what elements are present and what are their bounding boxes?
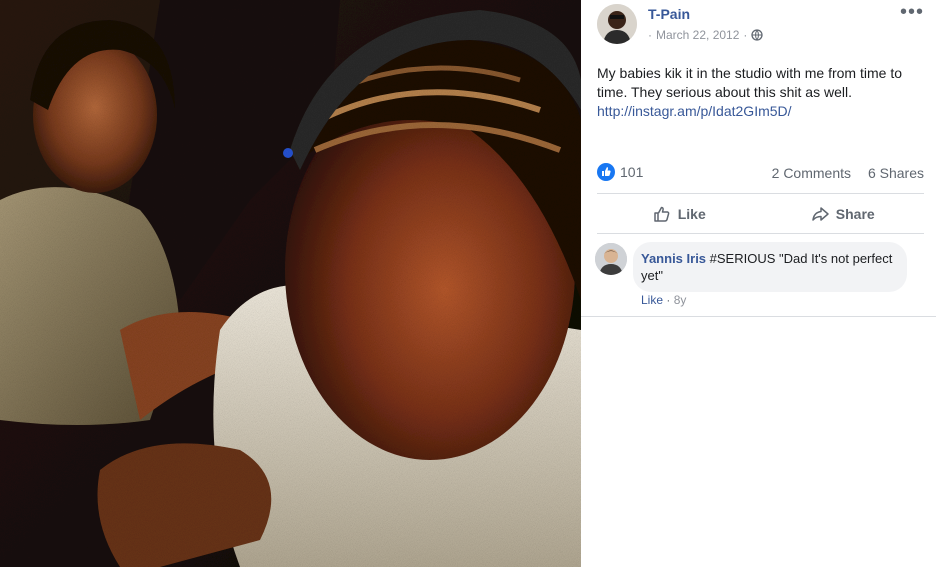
- share-button[interactable]: Share: [761, 196, 925, 232]
- author-avatar[interactable]: [597, 4, 637, 44]
- meta-separator: ·: [648, 28, 652, 42]
- comment-actions: Like · 8y: [641, 293, 686, 307]
- post-link[interactable]: http://instagr.am/p/Idat2GIm5D/: [597, 102, 927, 121]
- comment-bubble: Yannis Iris #SERIOUS "Dad It's not perfe…: [633, 242, 907, 292]
- share-button-label: Share: [835, 206, 875, 222]
- meta-separator: ·: [743, 28, 748, 42]
- author-name[interactable]: T-Pain: [648, 6, 690, 22]
- facebook-photo-viewer: T-Pain · March 22, 2012 · ••• My babies …: [0, 0, 936, 567]
- like-count[interactable]: 101: [620, 164, 643, 180]
- post-photo[interactable]: [0, 0, 581, 567]
- post-date[interactable]: March 22, 2012: [656, 28, 739, 42]
- more-options-button[interactable]: •••: [900, 2, 924, 22]
- photo-image: [0, 0, 581, 567]
- post-body: My babies kik it in the studio with me f…: [597, 64, 927, 121]
- like-button[interactable]: Like: [597, 196, 761, 232]
- thumbs-up-glyph: [602, 167, 611, 176]
- commenter-avatar-image: [595, 243, 627, 275]
- shares-count[interactable]: 6 Shares: [868, 165, 924, 181]
- post-detail-panel: T-Pain · March 22, 2012 · ••• My babies …: [581, 0, 936, 567]
- thumbs-up-icon[interactable]: [597, 163, 615, 181]
- comment-like-button[interactable]: Like: [641, 293, 663, 307]
- commenter-avatar[interactable]: [595, 243, 627, 275]
- post-message: My babies kik it in the studio with me f…: [597, 65, 902, 100]
- divider: [581, 316, 936, 317]
- share-arrow-icon: [812, 207, 829, 221]
- comments-count[interactable]: 2 Comments: [772, 165, 851, 181]
- comment-separator: ·: [663, 293, 674, 307]
- post-header: T-Pain · March 22, 2012 · •••: [581, 0, 936, 58]
- avatar-image: [597, 4, 637, 44]
- action-bar: Like Share: [597, 196, 924, 232]
- commenter-name[interactable]: Yannis Iris: [641, 251, 706, 266]
- divider: [597, 193, 924, 194]
- post-meta: · March 22, 2012 ·: [648, 28, 764, 42]
- thumbs-up-outline-icon: [653, 206, 670, 222]
- reaction-stats: 101 2 Comments 6 Shares: [597, 161, 924, 183]
- comment-timestamp[interactable]: 8y: [674, 293, 687, 307]
- comments-section: Yannis Iris #SERIOUS "Dad It's not perfe…: [581, 234, 936, 316]
- globe-icon[interactable]: [751, 29, 764, 41]
- like-button-label: Like: [677, 206, 706, 222]
